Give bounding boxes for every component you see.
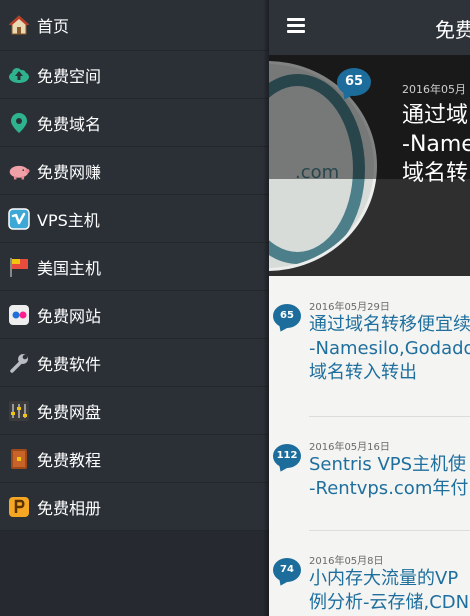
sidebar-item-label: 美国主机 bbox=[37, 258, 102, 278]
sidebar-item-label: 首页 bbox=[37, 17, 70, 36]
sidebar-item-label: 免费域名 bbox=[37, 114, 102, 134]
sidebar-item-free-domain[interactable]: 免费域名 bbox=[0, 99, 269, 147]
sidebar-item-free-earn[interactable]: 免费网赚 bbox=[0, 147, 269, 195]
sidebar-item-free-tutorial[interactable]: 免费教程 bbox=[0, 435, 269, 483]
sidebar-item-label: 免费网赚 bbox=[37, 162, 102, 182]
article-date: 2016年05月8日 bbox=[309, 556, 384, 567]
featured-article[interactable]: .com 65 2016年05月 通过域 -Name 域名转 bbox=[269, 55, 470, 276]
sidebar-item-free-album[interactable]: 免费相册 bbox=[0, 483, 269, 531]
vimeo-icon bbox=[8, 207, 30, 230]
site-title: 免费 bbox=[435, 18, 470, 42]
article-date: 2016年05月29日 bbox=[309, 302, 390, 313]
article-title[interactable]: 小内存大流量的VP 例分析-云存储,CDN bbox=[309, 567, 469, 615]
sidebar-item-label: 免费相册 bbox=[37, 498, 102, 518]
sidebar-item-label: 免费空间 bbox=[37, 66, 102, 86]
sidebar-item-label: 免费网盘 bbox=[37, 402, 102, 422]
comment-count-badge: 74 bbox=[273, 558, 301, 582]
comment-count-badge: 65 bbox=[273, 304, 301, 328]
map-pin-icon bbox=[8, 112, 30, 134]
sidebar-item-label: 免费软件 bbox=[37, 354, 102, 374]
sidebar-empty-area bbox=[0, 531, 269, 616]
comment-count-badge: 112 bbox=[273, 444, 301, 468]
equalizer-icon bbox=[8, 400, 30, 422]
main-content: 免费 .com 65 2016年05月 通过域 -Name 域名转 65 201… bbox=[269, 0, 470, 616]
article-title[interactable]: Sentris VPS主机使 -Rentvps.com年付 bbox=[309, 453, 468, 501]
sidebar-item-label: VPS主机 bbox=[37, 210, 100, 230]
piggy-bank-icon bbox=[8, 160, 30, 182]
sidebar-item-free-software[interactable]: 免费软件 bbox=[0, 339, 269, 387]
sidebar-nav: 首页 免费空间 免费域名 免费网赚 VPS主机 美国主机 免费网站 免费软件 免… bbox=[0, 0, 269, 616]
article-title[interactable]: 通过域名转移便宜续 -Namesilo,Godaddy 域名转入转出 bbox=[309, 313, 470, 385]
sidebar-item-home[interactable]: 首页 bbox=[0, 0, 269, 51]
divider bbox=[309, 416, 470, 417]
sidebar-item-free-storage[interactable]: 免费网盘 bbox=[0, 387, 269, 435]
featured-title[interactable]: 通过域 -Name 域名转 bbox=[402, 101, 470, 188]
sidebar-item-label: 免费网站 bbox=[37, 306, 102, 326]
sidebar-item-us-hosting[interactable]: 美国主机 bbox=[0, 243, 269, 291]
wrench-icon bbox=[8, 352, 30, 374]
home-icon bbox=[8, 14, 30, 36]
featured-date: 2016年05月 bbox=[402, 83, 466, 96]
book-icon bbox=[8, 448, 30, 470]
flag-icon bbox=[8, 256, 30, 278]
sidebar-item-free-website[interactable]: 免费网站 bbox=[0, 291, 269, 339]
comment-count-badge: 65 bbox=[337, 68, 371, 96]
sidebar-item-label: 免费教程 bbox=[37, 450, 102, 470]
flickr-icon bbox=[8, 304, 30, 326]
sidebar-item-vps[interactable]: VPS主机 bbox=[0, 195, 269, 243]
picture-icon bbox=[8, 496, 30, 518]
cloud-upload-icon bbox=[8, 64, 30, 86]
hamburger-menu-icon[interactable] bbox=[287, 18, 305, 36]
article-date: 2016年05月16日 bbox=[309, 442, 390, 453]
divider bbox=[309, 530, 470, 531]
top-bar: 免费 bbox=[269, 0, 470, 55]
sidebar-item-free-space[interactable]: 免费空间 bbox=[0, 51, 269, 99]
